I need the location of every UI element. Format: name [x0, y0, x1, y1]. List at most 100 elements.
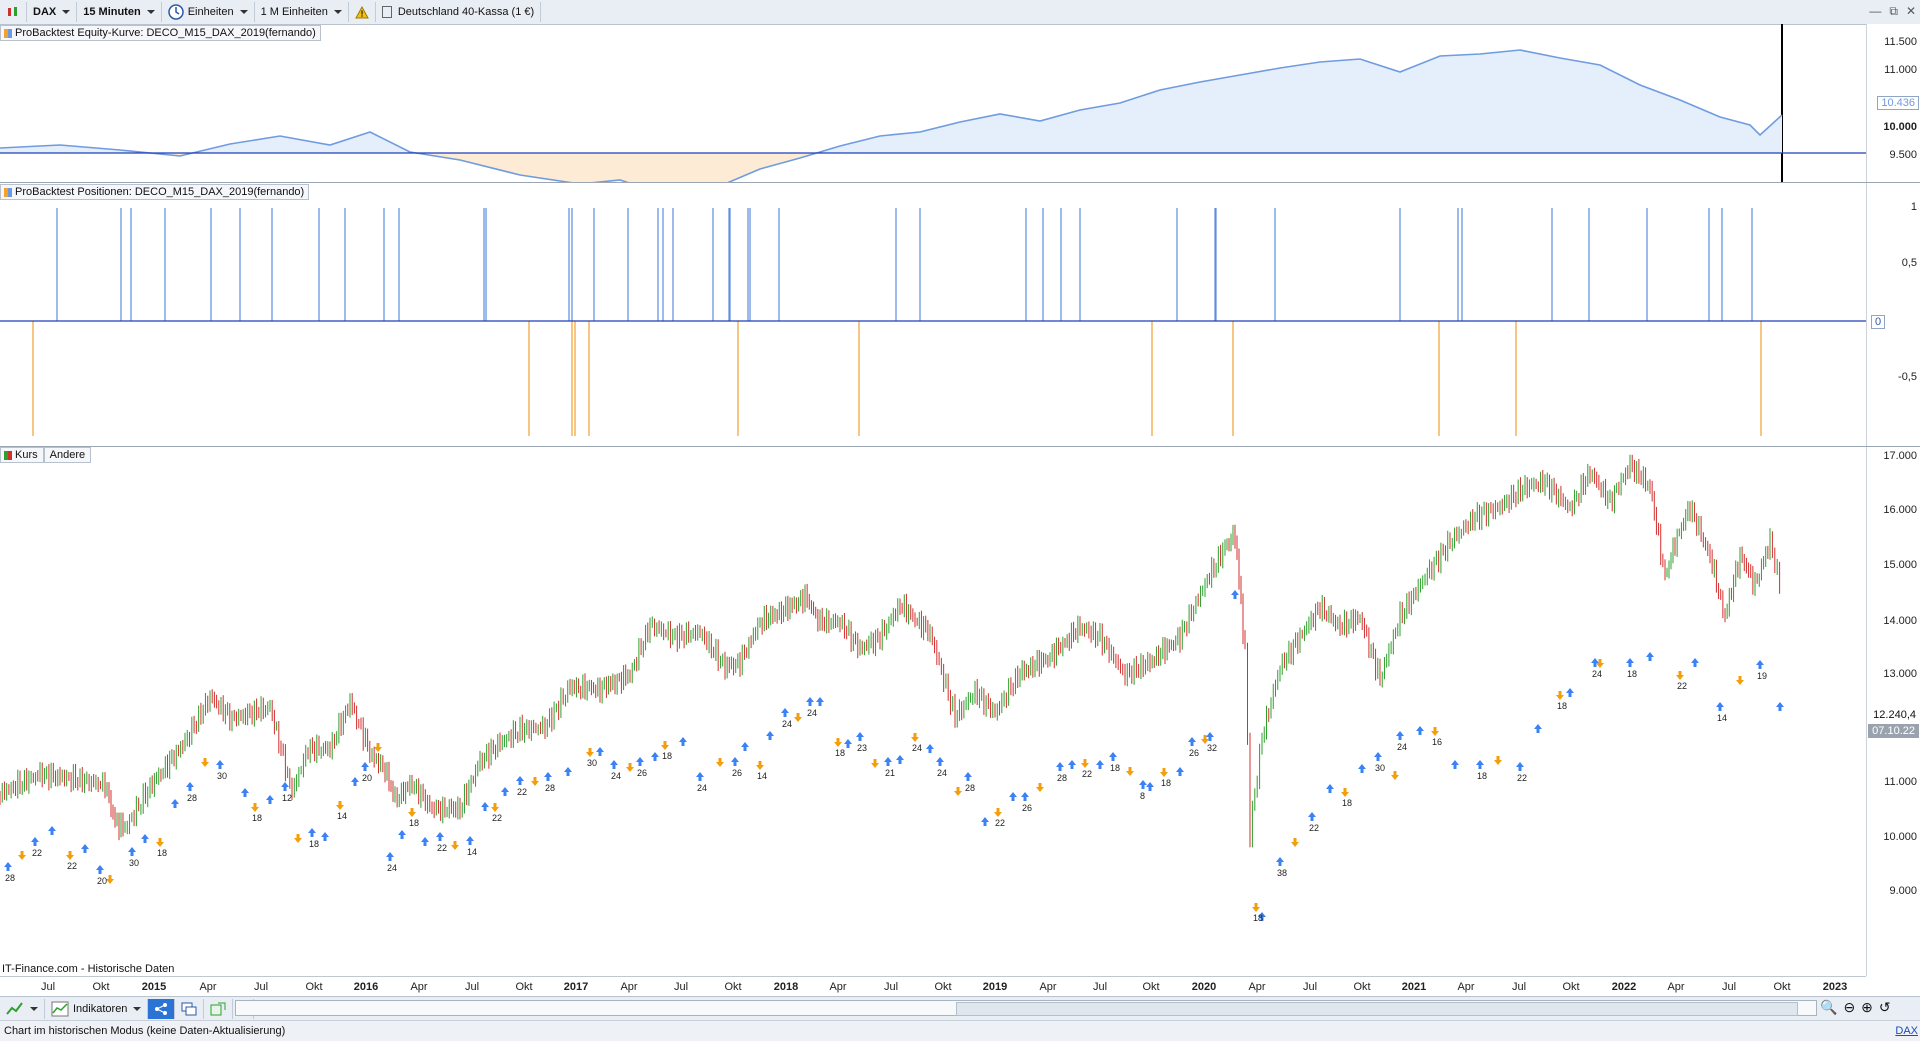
x-tick-label: Apr	[1667, 981, 1685, 993]
indicators-button[interactable]: Indikatoren	[45, 999, 149, 1019]
buy-signal-arrow	[421, 837, 429, 846]
restore-icon[interactable]: ⧉	[1889, 4, 1898, 19]
interval-selector[interactable]: 15 Minuten	[77, 2, 162, 22]
chevron-down-icon	[333, 10, 342, 14]
scrollbar-thumb[interactable]	[956, 1002, 1798, 1016]
x-axis: Jul Okt 2015 Apr Jul Okt 2016 Apr Jul Okt 2017 Apr J…	[0, 976, 1866, 997]
warning-icon	[354, 5, 369, 18]
x-tick-label: 2019	[982, 981, 1008, 993]
x-tick-label: 2020	[1191, 981, 1217, 993]
dax-link[interactable]: DAX	[1895, 1021, 1918, 1041]
y-tick-label: 14.000	[1883, 615, 1917, 627]
x-tick-label: Jul	[1092, 981, 1108, 993]
buy-signal-arrow	[1566, 688, 1574, 697]
sell-signal-arrow	[336, 801, 344, 810]
zoom-area-icon[interactable]: 🔍	[1820, 999, 1837, 1016]
x-tick-label: 2017	[563, 981, 589, 993]
doc-icon	[381, 6, 392, 18]
export-icon	[210, 1002, 226, 1016]
signal-label: 18	[252, 813, 262, 823]
signal-label: 22	[32, 848, 42, 858]
buy-signal-arrow	[816, 697, 824, 706]
x-tick-label: Okt	[515, 981, 533, 993]
zoom-in-icon[interactable]: ⊕	[1861, 999, 1873, 1016]
share-button[interactable]	[148, 999, 176, 1019]
y-tick-label: 16.000	[1883, 504, 1917, 516]
buy-signal-arrow	[781, 708, 789, 717]
buy-signal-arrow	[1146, 782, 1154, 791]
minimize-icon[interactable]: —	[1869, 4, 1881, 19]
signal-label: 23	[857, 743, 867, 753]
zoom-out-icon[interactable]: ⊖	[1843, 999, 1855, 1016]
signal-label: 30	[217, 771, 227, 781]
signal-label: 18	[309, 839, 319, 849]
warning-button[interactable]	[349, 2, 376, 22]
instrument-name[interactable]: Deutschland 40-Kassa (1 €)	[376, 2, 542, 22]
signal-label: 18	[1342, 798, 1352, 808]
buy-signal-arrow	[481, 802, 489, 811]
signal-label: 28	[545, 783, 555, 793]
close-icon[interactable]: ✕	[1906, 4, 1916, 19]
y-tick-label: 0,5	[1901, 257, 1917, 269]
units-range-selector[interactable]: 1 M Einheiten	[255, 2, 349, 22]
x-tick-label: Jul	[883, 981, 899, 993]
sell-signal-arrow	[531, 777, 539, 786]
tab-andere[interactable]: Andere	[43, 447, 92, 463]
chart-scrollbar[interactable]	[235, 1000, 1817, 1016]
baseline-value-label: 10.000	[1883, 121, 1917, 133]
units-selector[interactable]: Einheiten	[162, 2, 255, 22]
signal-label: 26	[1022, 803, 1032, 813]
window-layout-button[interactable]	[175, 999, 205, 1019]
buy-signal-arrow	[1716, 702, 1724, 711]
signal-label: 30	[129, 858, 139, 868]
buy-signal-arrow	[1109, 752, 1117, 761]
x-tick-label: 2023	[1822, 981, 1848, 993]
x-tick-label: 2015	[141, 981, 167, 993]
sell-signal-arrow	[1291, 838, 1299, 847]
share-icon	[155, 1003, 168, 1015]
buy-signal-arrow	[731, 757, 739, 766]
sell-signal-arrow	[1676, 671, 1684, 680]
signal-label: 24	[912, 743, 922, 753]
buy-signal-arrow	[1068, 760, 1076, 769]
signal-label: 22	[67, 861, 77, 871]
positions-y-axis: 1 0,5 0 -0,5	[1866, 183, 1920, 446]
x-tick-label: Apr	[620, 981, 638, 993]
buy-signal-arrow	[1326, 784, 1334, 793]
sell-signal-arrow	[1341, 788, 1349, 797]
signal-label: 8	[1140, 791, 1145, 801]
buy-signal-arrow	[398, 830, 406, 839]
sell-signal-arrow	[716, 758, 724, 767]
buy-signal-arrow	[1358, 764, 1366, 773]
buy-signal-arrow	[281, 782, 289, 791]
buy-signal-arrow	[266, 795, 274, 804]
buy-signal-arrow	[596, 747, 604, 756]
signal-label: 28	[1057, 773, 1067, 783]
x-tick-label: Okt	[1353, 981, 1371, 993]
equity-panel-title[interactable]: ProBacktest Equity-Kurve: DECO_M15_DAX_2…	[0, 25, 321, 41]
tab-kurs[interactable]: Kurs	[0, 447, 44, 463]
buy-signal-arrow	[806, 697, 814, 706]
buy-signal-arrow	[1308, 812, 1316, 821]
chart-type-selector[interactable]	[0, 2, 27, 22]
buy-signal-arrow	[31, 837, 39, 846]
signal-label: 24	[1397, 742, 1407, 752]
buy-signal-arrow	[651, 752, 659, 761]
reset-zoom-icon[interactable]: ↺	[1879, 999, 1891, 1016]
signal-label: 18	[409, 818, 419, 828]
x-tick-label: Okt	[1773, 981, 1791, 993]
export-button[interactable]	[204, 999, 234, 1019]
x-tick-label: Apr	[1457, 981, 1475, 993]
drawing-tools-button[interactable]	[0, 999, 45, 1019]
positions-panel-title[interactable]: ProBacktest Positionen: DECO_M15_DAX_201…	[0, 184, 310, 200]
sell-signal-arrow	[1391, 771, 1399, 780]
symbol-selector[interactable]: DAX	[27, 2, 78, 22]
x-tick-label: 2021	[1401, 981, 1427, 993]
buy-signal-arrow	[1451, 760, 1459, 769]
buy-signal-arrow	[466, 836, 474, 845]
signal-label: 19	[1757, 671, 1767, 681]
sell-signal-arrow	[18, 851, 26, 860]
signal-label: 22	[437, 843, 447, 853]
candlestick-icon	[8, 7, 17, 16]
y-tick-label: 11.000	[1884, 64, 1917, 76]
